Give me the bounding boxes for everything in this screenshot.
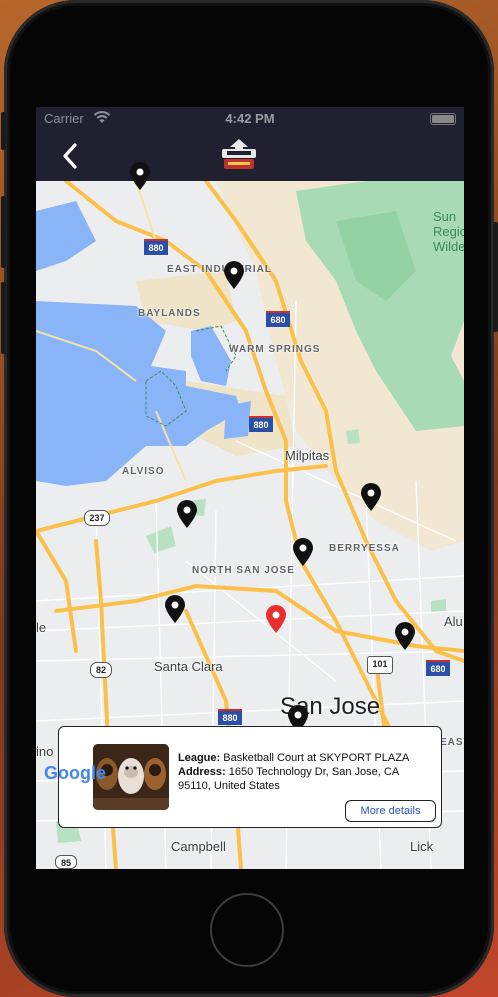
home-button[interactable] [210, 893, 284, 967]
map-city-le: le [36, 620, 47, 635]
map-label-warm-springs: WARM SPRINGS [229, 344, 321, 355]
location-pin-icon[interactable] [175, 499, 199, 529]
map-city-milpitas: Milpitas [285, 448, 330, 463]
location-pin-icon[interactable] [393, 621, 417, 651]
location-pin-icon[interactable] [163, 594, 187, 624]
map-label-baylands: BAYLANDS [138, 308, 201, 319]
state-route-82-shield: 82 [90, 662, 112, 678]
google-attribution-logo: Google [44, 763, 106, 783]
chevron-left-icon[interactable] [56, 141, 86, 171]
app-screen: Carrier 4:42 PM EAST INDUSTRIAL BAYLANDS… [36, 107, 464, 869]
map-city-campbell: Campbell [171, 839, 226, 854]
mute-switch [1, 112, 6, 150]
map-label-alviso: ALVISO [122, 466, 165, 477]
map-city-ino: ino [36, 744, 54, 759]
interstate-880-shield-south: 880 [218, 709, 242, 725]
park-label-line-2: Regio [433, 224, 464, 239]
status-bar: Carrier 4:42 PM [36, 107, 464, 129]
location-pin-icon[interactable] [359, 482, 383, 512]
map-city-lick: Lick [410, 839, 434, 854]
map-label-east: EAST [440, 737, 464, 748]
status-time: 4:42 PM [225, 111, 275, 126]
volume-down-button [1, 282, 6, 354]
league-row: League: Basketball Court at SKYPORT PLAZ… [178, 751, 428, 765]
power-button [493, 222, 498, 332]
park-label-line-3: Wilderr [433, 239, 464, 254]
location-pin-icon[interactable] [291, 537, 315, 567]
map-label-east-industrial: EAST INDUSTRIAL [167, 264, 272, 275]
park-label-line-1: Sun [433, 209, 457, 224]
location-pin-icon[interactable] [128, 161, 152, 191]
map-label-north-san-jose: NORTH SAN JOSE [192, 565, 295, 576]
map-city-alum: Alu [444, 614, 463, 629]
nav-bar [36, 129, 464, 181]
map-park-label: Sun Regio Wilderr [433, 209, 464, 254]
interstate-680-shield: 680 [266, 311, 290, 327]
state-route-237-shield: 237 [84, 510, 110, 526]
location-pin-icon[interactable] [222, 260, 246, 290]
map-city-santa-clara: Santa Clara [154, 659, 223, 674]
battery-icon [430, 113, 456, 125]
league-label: League: [178, 752, 221, 764]
map-label-berryessa: BERRYESSA [329, 543, 400, 554]
card-details: League: Basketball Court at SKYPORT PLAZ… [178, 751, 428, 793]
address-row: Address: 1650 Technology Dr, San Jose, C… [178, 765, 428, 793]
address-label: Address: [178, 766, 226, 778]
volume-up-button [1, 196, 6, 268]
village-sports-logo [222, 139, 256, 169]
interstate-680-shield-south: 680 [426, 660, 450, 676]
us-101-shield: 101 [367, 656, 393, 674]
state-route-85-shield: 85 [55, 855, 77, 869]
interstate-880-shield: 880 [144, 239, 168, 255]
location-info-card[interactable]: League: Basketball Court at SKYPORT PLAZ… [58, 726, 442, 828]
interstate-880-shield-mid: 880 [249, 416, 273, 432]
more-details-button[interactable]: More details [345, 800, 436, 822]
selected-location-pin-icon[interactable] [264, 604, 288, 634]
league-value: Basketball Court at SKYPORT PLAZA [223, 752, 410, 764]
